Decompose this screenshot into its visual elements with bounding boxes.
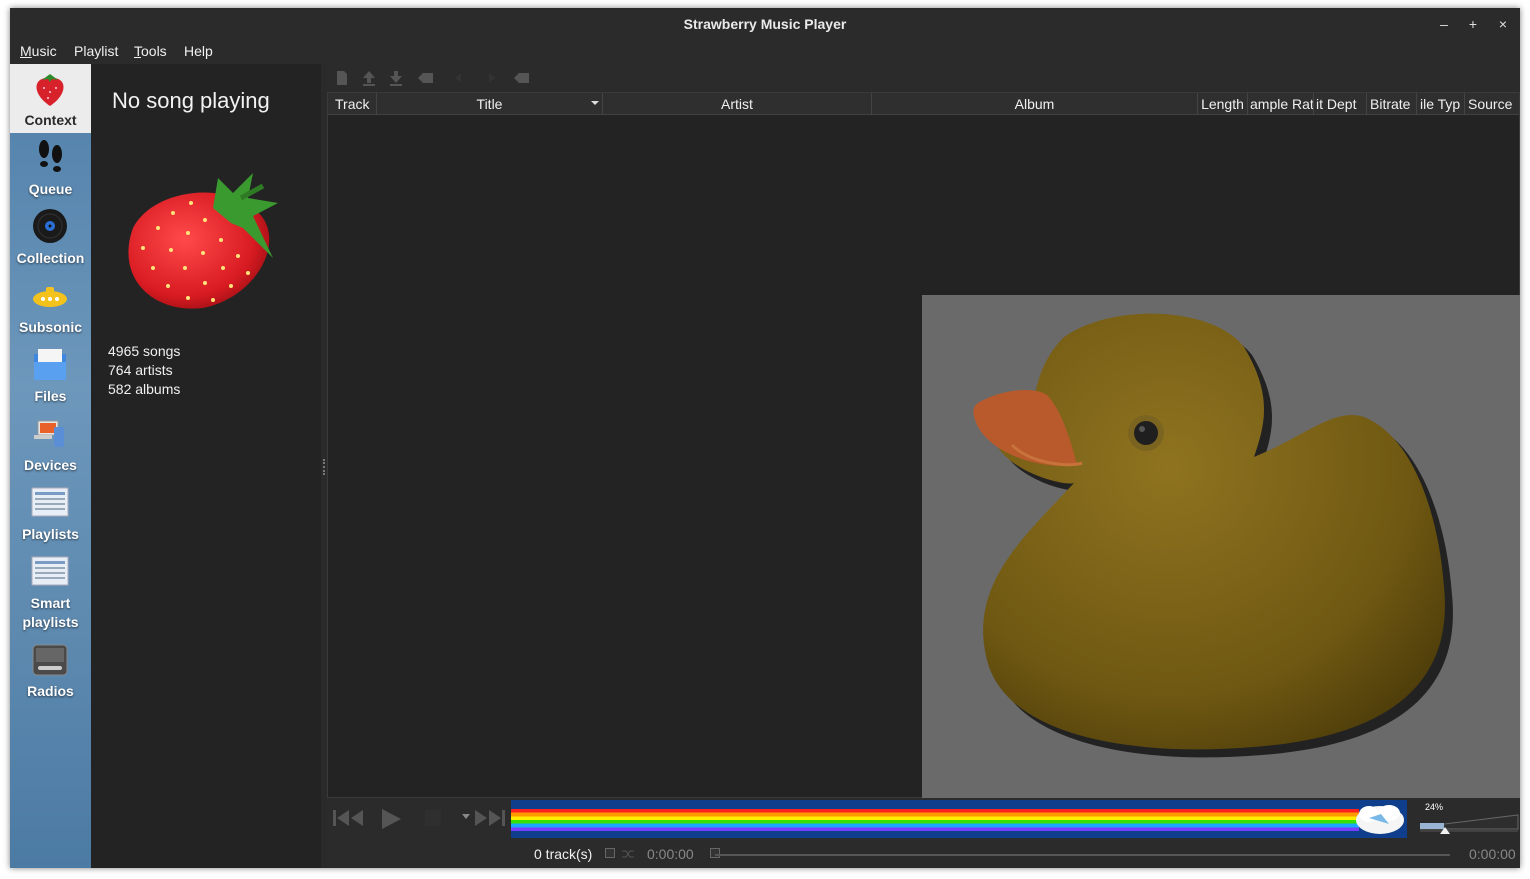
radio-icon [32,644,68,676]
duck-illustration [973,313,1453,758]
column-length[interactable]: Length [1198,93,1248,115]
rubber-duck-image [922,295,1520,798]
minimize-button[interactable]: – [1436,16,1452,32]
menu-tools[interactable]: Tools [134,43,167,59]
sidebar-item-label: Queue [28,181,73,197]
previous-track-icon[interactable] [331,807,365,829]
volume-slider[interactable]: 24% [1414,800,1519,838]
repeat-toggle[interactable] [605,848,615,858]
menu-playlist[interactable]: Playlist [74,43,118,59]
playlist-toolbar [327,64,1520,92]
menu-tools-label: ools [141,43,167,59]
stat-artists: 764 artists [108,362,173,378]
menu-music-label: usic [31,43,57,59]
next-track-icon[interactable] [473,807,507,829]
column-title[interactable]: Title [377,93,603,115]
sidebar-item-context[interactable]: Context [10,64,91,133]
volume-handle-icon[interactable] [1440,827,1450,834]
window-title: Strawberry Music Player [683,16,847,32]
context-panel: No song playing 4965 songs 764 artists 5… [91,64,321,868]
menu-help[interactable]: Help [184,43,213,59]
new-playlist-icon[interactable] [333,69,351,87]
nyan-cloud-icon [1356,805,1404,834]
sidebar-item-collection[interactable]: Collection [10,202,91,271]
splitter-grip[interactable] [323,459,325,475]
vinyl-icon [33,209,67,243]
menu-tools-mnemonic: T [134,43,141,59]
column-album[interactable]: Album [872,93,1198,115]
track-count: 0 track(s) [534,846,593,862]
playlist-header: Track Title Artist Album Length ample Ra… [328,93,1519,115]
sort-desc-icon [591,101,599,105]
sidebar-item-files[interactable]: Files [10,340,91,409]
column-artist[interactable]: Artist [603,93,872,115]
sidebar-item-label: Playlists [22,526,79,542]
clear-playlist-icon[interactable] [417,69,435,87]
submarine-icon [33,287,67,307]
sidebar-item-label: Subsonic [18,319,82,335]
time-elapsed: 0:00:00 [647,846,694,862]
time-total: 0:00:00 [1469,846,1516,862]
nyan-cat-analyzer [511,800,1407,838]
playlist-icon [31,487,69,517]
column-bitrate[interactable]: Bitrate [1367,93,1417,115]
main-window: Strawberry Music Player – + × Music Play… [10,8,1520,868]
save-playlist-icon[interactable] [387,69,405,87]
volume-wedge[interactable] [1420,809,1520,837]
footsteps-icon [39,140,62,172]
strawberry-icon [36,74,64,106]
seek-slider[interactable] [715,854,1450,856]
play-icon[interactable] [379,807,403,831]
redo-icon[interactable] [480,69,498,87]
sidebar-item-playlists[interactable]: Playlists [10,478,91,547]
sidebar-item-radios[interactable]: Radios [10,635,91,704]
sidebar-item-label: Smart [30,595,71,611]
column-bitdepth[interactable]: it Dept [1314,93,1367,115]
sidebar-item-label: Collection [16,250,85,266]
column-track[interactable]: Track [328,93,377,115]
menu-music-mnemonic: M [20,43,32,59]
stop-menu-chevron-down-icon[interactable] [462,814,470,820]
status-bar: 0 track(s) 0:00:00 0:00:00 [327,840,1520,868]
sidebar: Context Queue Collection Subsonic Files … [10,64,91,868]
stat-albums: 582 albums [108,381,181,397]
device-icon [34,420,64,447]
sidebar-item-smart-playlists[interactable]: Smart playlists [10,547,91,635]
rainbow-trail [511,809,1359,831]
sidebar-item-label: Radios [27,683,74,699]
stop-icon[interactable] [422,807,446,829]
playlist-view[interactable]: Track Title Artist Album Length ample Ra… [327,92,1520,798]
collection-stats: 4965 songs 764 artists 582 albums [108,342,180,399]
album-art-strawberry [128,173,278,309]
column-title-label: Title [476,96,503,112]
sidebar-item-label: Context [24,112,77,128]
sidebar-item-queue[interactable]: Queue [10,133,91,202]
menu-bar: Music Playlist Tools Help [10,40,1520,64]
smart-playlist-icon [31,556,69,586]
title-bar: Strawberry Music Player – + × [10,8,1520,40]
clear-filter-icon[interactable] [513,69,531,87]
seek-handle[interactable] [710,848,720,858]
player-controls: 24% [327,798,1520,840]
now-playing-title: No song playing [112,88,270,113]
sidebar-item-devices[interactable]: Devices [10,409,91,478]
load-playlist-icon[interactable] [360,69,378,87]
undo-icon[interactable] [452,69,470,87]
close-button[interactable]: × [1495,16,1511,32]
column-filetype[interactable]: ile Typ [1417,93,1465,115]
sidebar-item-label: Files [34,388,67,404]
shuffle-icon[interactable] [621,848,635,860]
maximize-button[interactable]: + [1465,16,1481,32]
folder-icon [34,349,66,380]
stat-songs: 4965 songs [108,343,181,359]
column-samplerate[interactable]: ample Rat [1248,93,1314,115]
column-source[interactable]: Source [1465,93,1519,115]
sidebar-item-label: Devices [24,457,77,473]
menu-music[interactable]: Music [20,43,57,59]
sidebar-item-label-line2: playlists [22,614,79,630]
sidebar-item-subsonic[interactable]: Subsonic [10,271,91,340]
